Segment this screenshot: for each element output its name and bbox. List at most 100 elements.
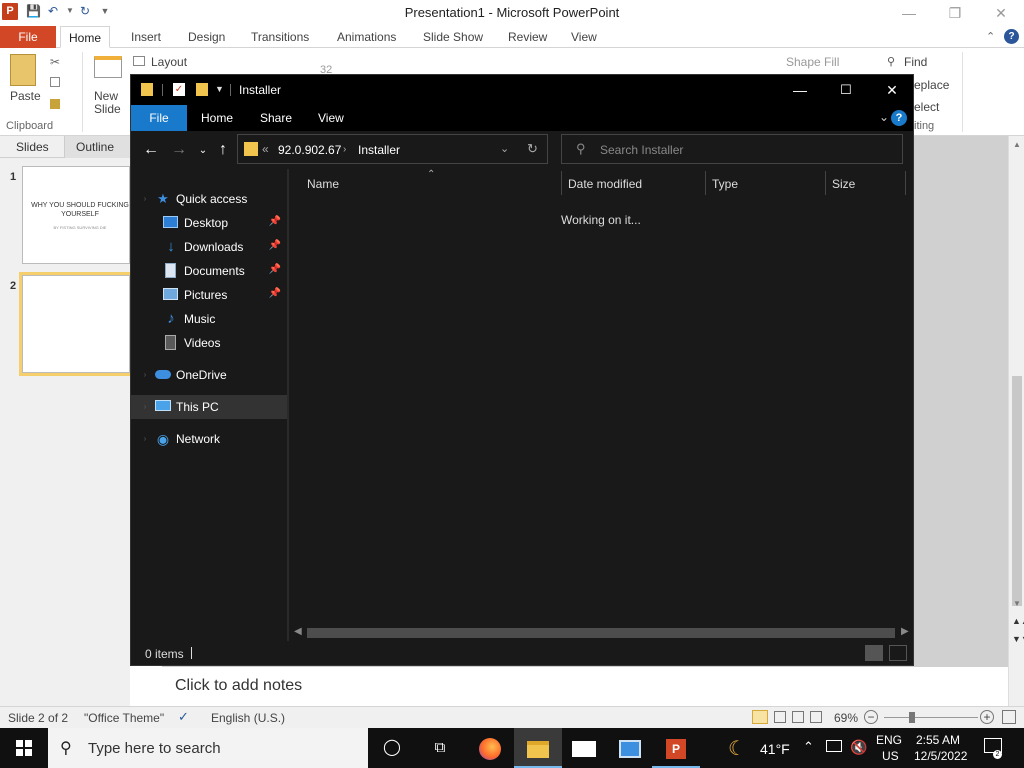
- layout-button[interactable]: Layout: [151, 55, 187, 69]
- address-dropdown-icon[interactable]: ⌄: [500, 142, 509, 155]
- back-arrow-icon[interactable]: ←: [141, 141, 161, 159]
- pin-icon[interactable]: 📌: [269, 240, 281, 251]
- weather-temperature[interactable]: 41°F: [760, 741, 790, 768]
- network-tray-icon[interactable]: [826, 740, 842, 752]
- pin-icon[interactable]: 📌: [269, 216, 281, 227]
- normal-view-icon[interactable]: [752, 710, 768, 724]
- powerpoint-taskbar-icon[interactable]: P: [652, 728, 700, 768]
- scroll-thumb[interactable]: [307, 628, 895, 638]
- help-icon[interactable]: ?: [891, 110, 907, 126]
- select-button[interactable]: elect: [914, 100, 939, 114]
- column-header-name[interactable]: Name: [307, 177, 339, 191]
- horizontal-scrollbar[interactable]: ◀ ▶: [289, 625, 913, 641]
- nav-this-pc[interactable]: › This PC: [131, 395, 287, 419]
- nav-documents[interactable]: Documents 📌: [131, 259, 287, 283]
- slide-thumbnail-1[interactable]: WHY YOU SHOULD FUCKING YOURSELF BY FISTI…: [22, 166, 130, 264]
- nav-quick-access[interactable]: › ★ Quick access: [131, 187, 287, 211]
- scroll-thumb[interactable]: [1012, 376, 1022, 606]
- address-bar[interactable]: « 92.0.902.67 › Installer ⌄ ↻: [237, 134, 548, 164]
- expand-chevron-icon[interactable]: ›: [137, 431, 153, 447]
- language-indicator[interactable]: English (U.S.): [211, 711, 285, 725]
- start-button[interactable]: [0, 728, 48, 768]
- clock-date[interactable]: 12/5/2022: [914, 749, 967, 768]
- maximize-icon[interactable]: ☐: [823, 75, 869, 105]
- properties-icon[interactable]: ✓: [173, 83, 185, 96]
- minimize-icon[interactable]: —: [777, 75, 823, 105]
- next-slide-icon[interactable]: ▼▼: [1012, 634, 1024, 644]
- replace-button[interactable]: eplace: [914, 78, 949, 92]
- spelling-check-icon[interactable]: ✓: [178, 709, 189, 725]
- explorer-tab-view[interactable]: View: [306, 105, 356, 131]
- recent-locations-icon[interactable]: ⌄: [193, 145, 213, 156]
- reading-view-icon[interactable]: [792, 711, 804, 723]
- firefox-icon[interactable]: [466, 728, 514, 768]
- zoom-in-icon[interactable]: +: [980, 710, 994, 724]
- refresh-icon[interactable]: ↻: [527, 141, 538, 157]
- fit-to-window-icon[interactable]: [1002, 710, 1016, 724]
- language-indicator-bottom[interactable]: US: [882, 749, 899, 768]
- tab-review[interactable]: Review: [500, 26, 555, 48]
- nav-music[interactable]: ♪ Music: [131, 307, 287, 331]
- cut-icon[interactable]: ✂: [50, 55, 60, 69]
- format-painter-icon[interactable]: [50, 99, 60, 109]
- zoom-slider-handle[interactable]: [909, 712, 915, 723]
- new-slide-button[interactable]: New Slide: [94, 90, 128, 116]
- mail-icon[interactable]: [560, 728, 608, 768]
- copy-icon[interactable]: [50, 77, 60, 87]
- tab-design[interactable]: Design: [180, 26, 233, 48]
- paste-button[interactable]: Paste: [10, 89, 41, 103]
- close-icon[interactable]: ✕: [869, 75, 915, 105]
- nav-pictures[interactable]: Pictures 📌: [131, 283, 287, 307]
- notes-pane[interactable]: Click to add notes: [162, 666, 1008, 706]
- expand-chevron-icon[interactable]: ›: [137, 399, 153, 415]
- file-list[interactable]: ⌃ Name Date modified Type Size Working o…: [289, 169, 913, 625]
- nav-network[interactable]: › ◉ Network: [131, 427, 287, 451]
- explorer-tab-home[interactable]: Home: [189, 105, 245, 131]
- overflow-chevron-icon[interactable]: «: [262, 142, 269, 156]
- previous-slide-icon[interactable]: ▲▲: [1012, 616, 1024, 626]
- find-button[interactable]: Find: [904, 55, 927, 69]
- expand-chevron-icon[interactable]: ›: [137, 191, 153, 207]
- pin-icon[interactable]: 📌: [269, 288, 281, 299]
- column-header-date-modified[interactable]: Date modified: [568, 177, 642, 191]
- tab-slide-show[interactable]: Slide Show: [415, 26, 491, 48]
- taskbar-search-box[interactable]: ⚲ Type here to search: [48, 728, 368, 768]
- nav-onedrive[interactable]: › OneDrive: [131, 363, 287, 387]
- column-divider[interactable]: [825, 171, 826, 195]
- new-folder-icon[interactable]: [196, 83, 208, 96]
- scroll-left-icon[interactable]: ◀: [294, 626, 302, 637]
- nav-videos[interactable]: Videos: [131, 331, 287, 355]
- tab-home[interactable]: Home: [60, 26, 111, 48]
- slide-thumbnail-2[interactable]: [19, 272, 133, 376]
- large-icons-view-icon[interactable]: [889, 645, 907, 661]
- up-arrow-icon[interactable]: ↑: [213, 141, 233, 159]
- tab-slides[interactable]: Slides: [16, 136, 49, 158]
- scroll-right-icon[interactable]: ▶: [901, 626, 909, 637]
- zoom-slider[interactable]: [884, 717, 978, 718]
- control-panel-icon[interactable]: [606, 728, 654, 768]
- cortana-icon[interactable]: ◯: [368, 728, 416, 768]
- expand-ribbon-icon[interactable]: ⌄: [879, 110, 889, 124]
- forward-arrow-icon[interactable]: →: [169, 141, 189, 159]
- tab-outline[interactable]: Outline: [64, 136, 130, 158]
- shape-fill-button[interactable]: Shape Fill: [786, 55, 839, 69]
- search-box[interactable]: ⚲: [561, 134, 903, 164]
- tab-insert[interactable]: Insert: [123, 26, 169, 48]
- search-input[interactable]: [600, 141, 890, 159]
- tab-view[interactable]: View: [563, 26, 605, 48]
- zoom-level[interactable]: 69%: [834, 711, 858, 725]
- help-icon[interactable]: ?: [1004, 29, 1019, 44]
- breadcrumb-segment[interactable]: 92.0.902.67: [278, 143, 341, 157]
- column-divider[interactable]: [905, 171, 906, 195]
- details-view-icon[interactable]: [865, 645, 883, 661]
- slide-sorter-icon[interactable]: [774, 711, 786, 723]
- restore-icon[interactable]: ❐: [932, 0, 978, 26]
- expand-chevron-icon[interactable]: ›: [137, 367, 153, 383]
- vertical-scrollbar[interactable]: ▲ ▼ ▲▲ ▼▼: [1008, 136, 1024, 708]
- tab-animations[interactable]: Animations: [329, 26, 404, 48]
- volume-muted-icon[interactable]: 🔇: [850, 739, 867, 768]
- show-hidden-icons-icon[interactable]: ⌃: [803, 739, 814, 768]
- scroll-up-icon[interactable]: ▲: [1013, 140, 1021, 149]
- minimize-ribbon-icon[interactable]: ⌃: [986, 30, 995, 43]
- nav-desktop[interactable]: Desktop 📌: [131, 211, 287, 235]
